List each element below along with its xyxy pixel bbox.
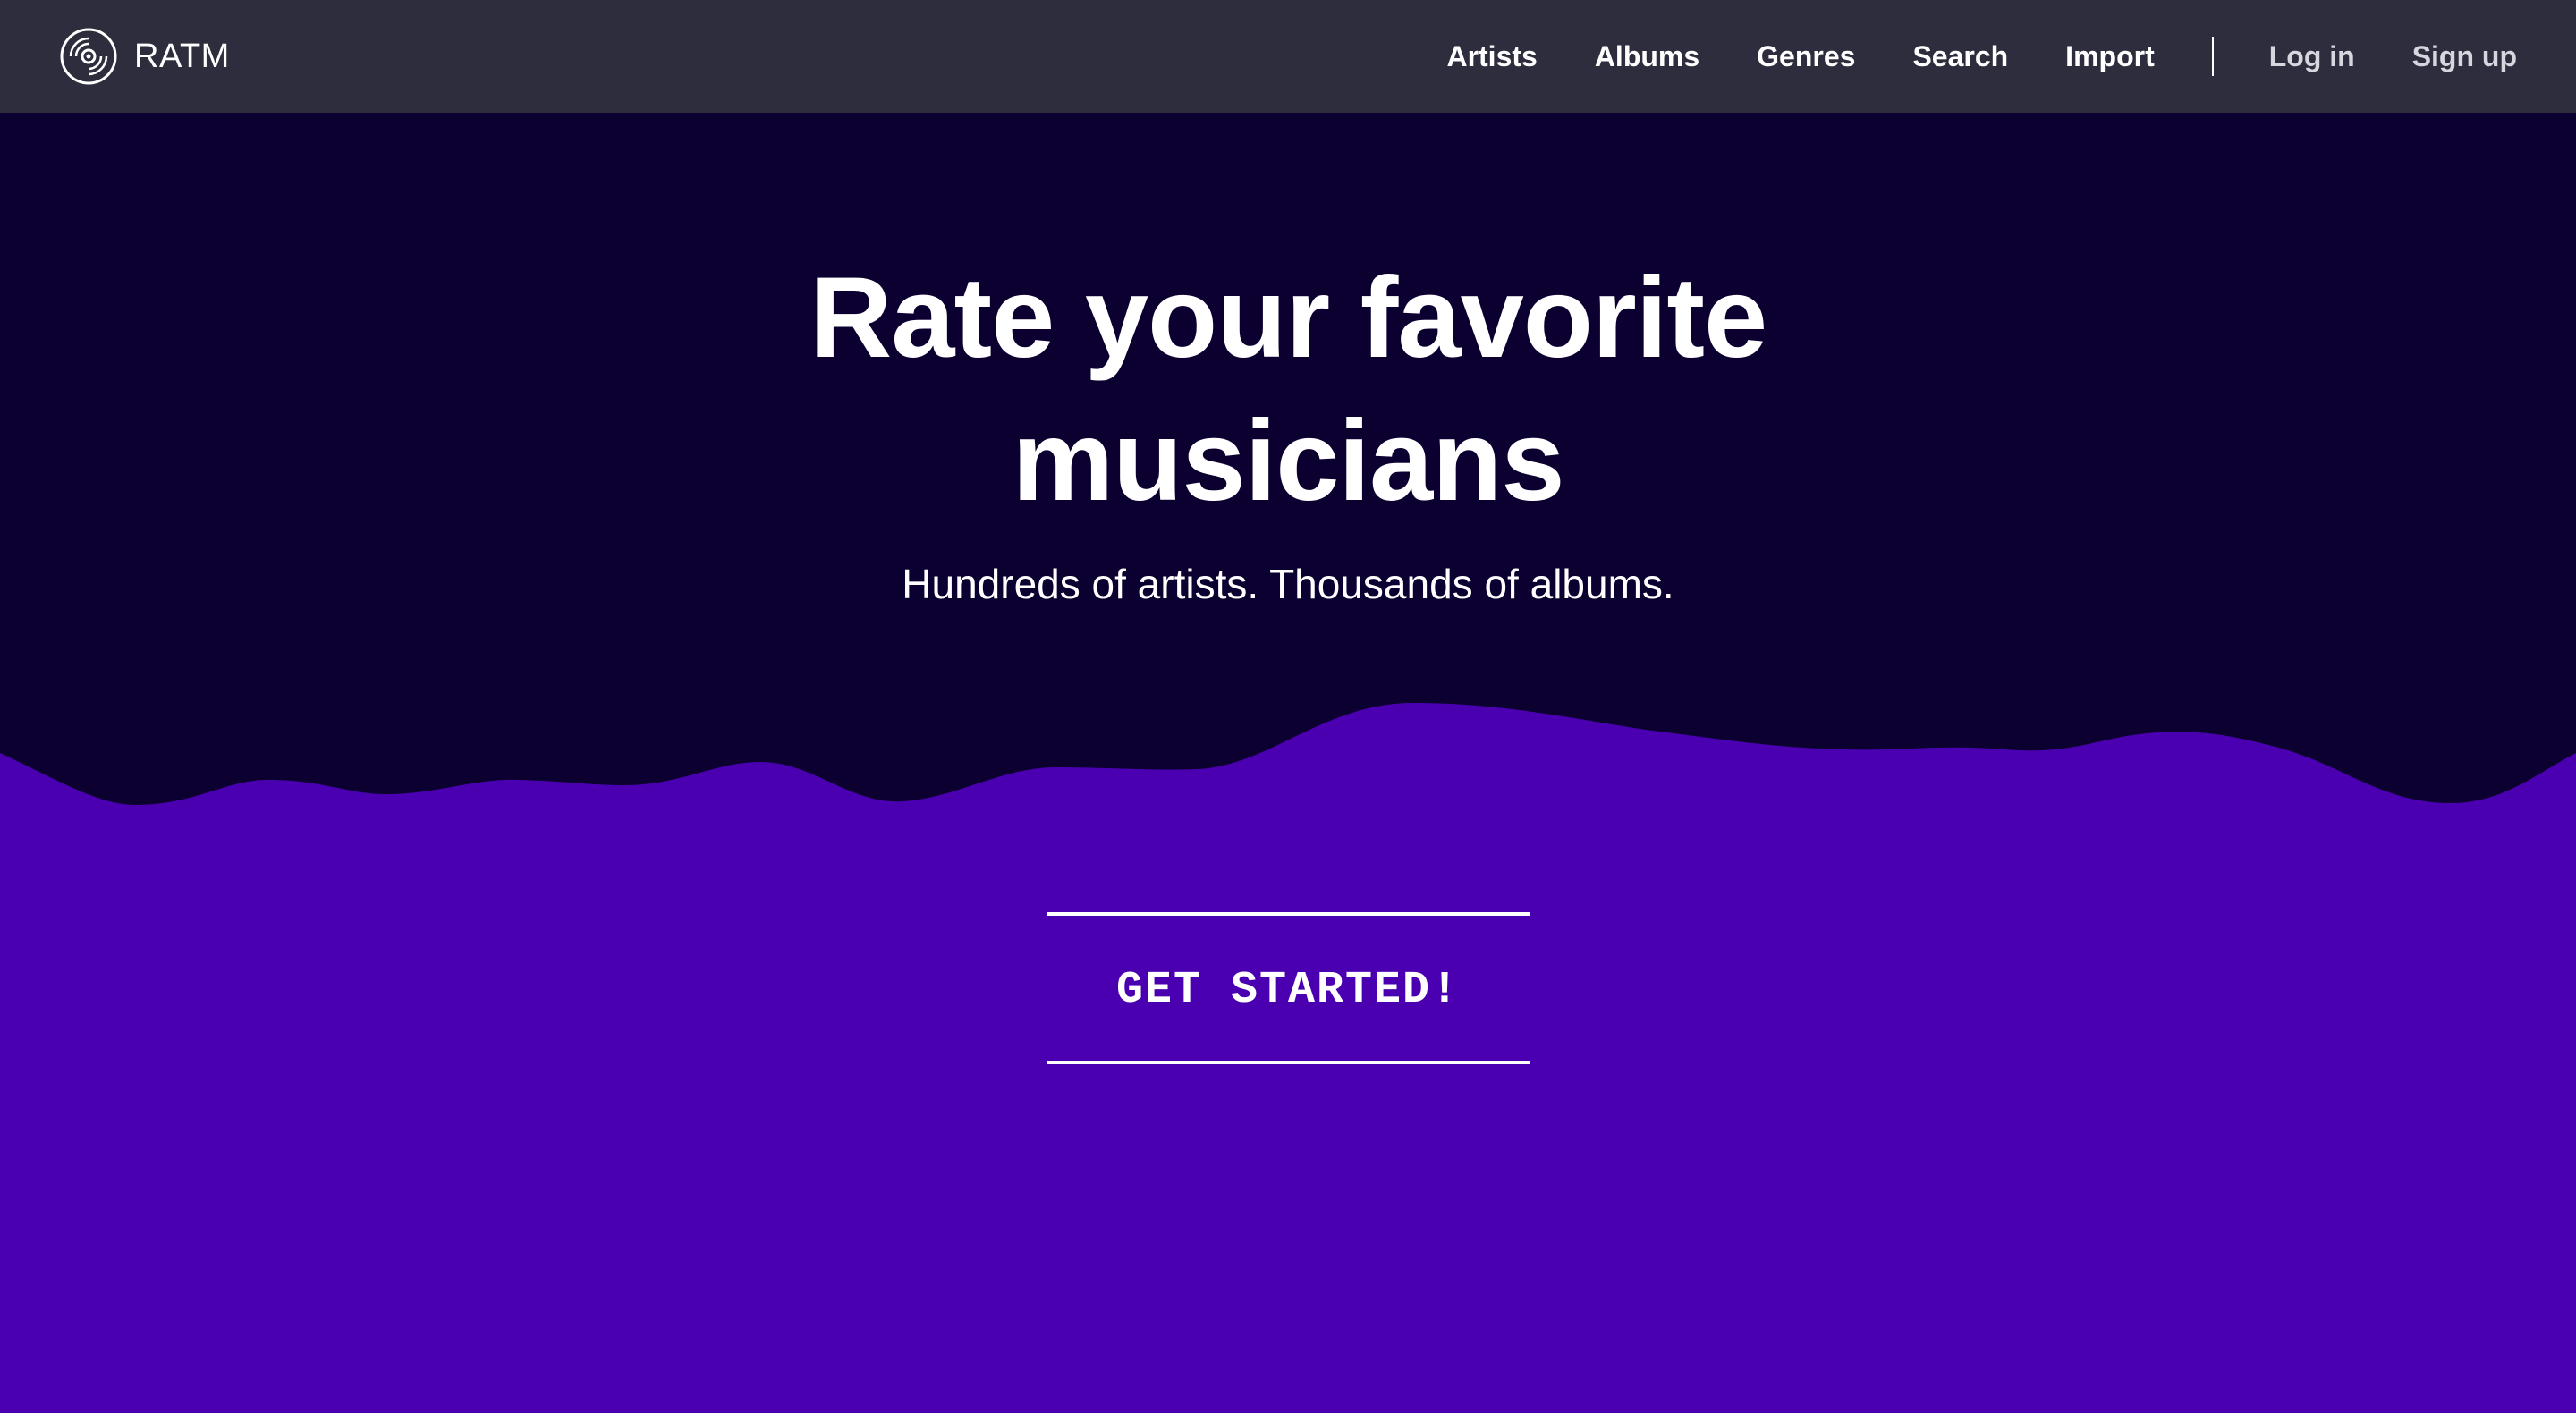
- nav-link-search[interactable]: Search: [1912, 40, 2008, 73]
- vinyl-record-icon: [60, 28, 117, 85]
- nav-link-import[interactable]: Import: [2065, 40, 2155, 73]
- brand-name: RATM: [134, 37, 230, 75]
- auth-links: Log in Sign up: [2269, 40, 2517, 73]
- nav-right: Artists Albums Genres Search Import Log …: [1446, 37, 2517, 76]
- hero-title: Rate your favorite musicians: [0, 247, 2576, 533]
- hero-title-line-2: musicians: [1012, 397, 1564, 525]
- brand-home-link[interactable]: RATM: [59, 27, 230, 86]
- nav-link-genres[interactable]: Genres: [1757, 40, 1855, 73]
- navbar: RATM Artists Albums Genres Search Import…: [0, 0, 2576, 113]
- nav-link-albums[interactable]: Albums: [1595, 40, 1699, 73]
- hero-subtitle: Hundreds of artists. Thousands of albums…: [902, 561, 1674, 607]
- cta-rule-top: [1046, 912, 1530, 916]
- cta-rule-bottom: [1046, 1061, 1530, 1064]
- nav-links: Artists Albums Genres Search Import: [1446, 40, 2154, 73]
- signup-link[interactable]: Sign up: [2412, 40, 2517, 73]
- nav-link-artists[interactable]: Artists: [1446, 40, 1537, 73]
- nav-divider: [2211, 37, 2214, 76]
- wave-divider: [0, 703, 2576, 823]
- login-link[interactable]: Log in: [2269, 40, 2355, 73]
- hero-title-line-1: Rate your favorite: [809, 254, 1767, 382]
- get-started-button[interactable]: GET STARTED!: [1046, 941, 1530, 1039]
